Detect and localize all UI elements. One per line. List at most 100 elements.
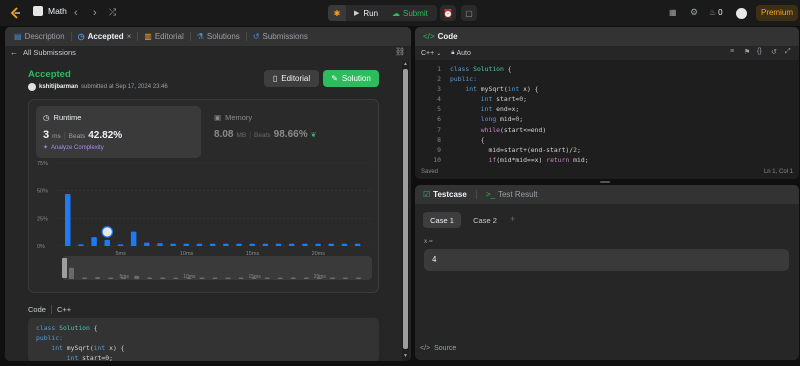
code-token: { [503,65,512,73]
leetcode-logo[interactable] [9,7,21,19]
tab-code[interactable]: </> Code [420,32,461,41]
source-link[interactable]: </> Source [420,345,456,352]
timer-icon[interactable]: ⏰ [440,5,456,21]
navigator-bar [303,277,309,279]
document-icon: ▤ [14,32,22,41]
premium-button[interactable]: Premium [756,5,798,21]
analyze-complexity-link[interactable]: ✦ Analyze Complexity [43,144,104,152]
tab-description-label: Description [24,32,65,41]
code-body[interactable]: class Solution {public: int mySqrt(int x… [441,64,799,164]
notes-icon[interactable]: ▢ [461,5,477,21]
tab-description[interactable]: ▤ Description [11,32,68,41]
variable-input[interactable]: 4 [424,249,789,271]
list-icon [33,6,43,16]
username[interactable]: kshitijbarman [39,84,78,90]
tab-accepted[interactable]: ◷ Accepted × [75,32,135,41]
arrow-left-icon: ← [10,48,18,57]
save-status: Saved [421,169,439,175]
navigator-bar [147,277,153,279]
editorial-button[interactable]: ▯ Editorial [264,70,319,87]
code-token: mid; [569,155,589,164]
solution-button[interactable]: ✎ Solution [323,70,379,87]
memory-card[interactable]: ▣ Memory 8.08 MB | Beats 98.66% ❦ [207,106,372,158]
avatar[interactable] [736,8,747,19]
code-token: Solution [473,65,504,73]
tab-test-result-label: Test Result [497,190,538,199]
submitter-line: kshitijbarman submitted at Sep 17, 2024 … [28,83,168,91]
back-to-submissions[interactable]: ← All Submissions [10,48,76,57]
navigator-bar [95,277,101,279]
runtime-distribution-chart: 75%50%25%0%5ms 10ms 15ms 20ms5ms 10ms 15ms 20m… [37,161,372,280]
line-number: 9 [437,145,441,154]
fullscreen-icon[interactable]: ⤢ [785,48,791,56]
add-case-icon[interactable]: + [510,214,515,224]
chart-bar [117,244,124,246]
y-tick-label: 75% [37,161,48,167]
tab-code-label: Code [437,32,458,41]
variable-label: x = [424,238,433,245]
mode-value: Auto [456,49,471,57]
case-1-button[interactable]: Case 1 [423,212,461,228]
run-button[interactable]: ▶ Run [346,9,390,18]
case-2-button[interactable]: Case 2 [466,212,504,228]
bookmark-icon[interactable]: ⚑ [744,48,750,56]
code-token: int [465,85,477,94]
variable-value: 4 [432,255,437,264]
left-scrollbar[interactable]: ▲ ▼ [402,61,409,361]
runtime-card[interactable]: ◷ Runtime 3 ms | Beats 42.82% ✦ Analyze … [36,106,201,158]
runtime-unit: ms [52,133,61,140]
prev-problem-icon[interactable]: ‹ [74,7,78,19]
code-line: int start=0; [36,353,371,361]
streak-counter[interactable]: ♨ 0 [709,8,723,17]
mode-select[interactable]: 🔒︎ Auto [451,50,471,57]
code-editor[interactable]: 1 2 3 4 5 6 7 8 9 10 class Solution {public: int m… [415,64,799,164]
code-token: while [480,125,501,134]
runtime-beats: 42.82% [88,130,123,141]
navigator-bar [199,277,205,279]
divider [50,305,52,314]
code-line: public: [450,74,799,84]
tab-testcase[interactable]: ☑ Testcase [420,190,470,199]
scroll-thumb[interactable] [403,69,408,349]
close-tab-icon[interactable]: × [127,32,132,41]
tab-submissions[interactable]: ↺ Submissions [250,32,311,41]
code-editor-panel: </> Code C++ ⌄ 🔒︎ Auto ≡ ⚑ {} ↺ ⤢ 1 23456… [415,27,799,179]
scroll-down-icon[interactable]: ▼ [403,353,408,359]
reset-icon[interactable]: ↺ [771,48,777,56]
settings-icon[interactable]: ⚙ [690,7,698,18]
code-line: while(start<=end) [450,125,799,135]
code-token: int [480,105,493,114]
shuffle-icon[interactable]: ⤮ [109,7,116,18]
timer-icon: ◷ [43,113,50,122]
code-token: start= [492,95,520,104]
line-number: 6 [437,115,441,124]
link-icon[interactable]: ⛓ [395,47,405,56]
panel-resize-handle[interactable] [600,181,610,183]
tab-solutions[interactable]: ⚗ Solutions [194,32,243,41]
problem-list-button[interactable]: Math [33,6,67,16]
submit-button[interactable]: ☁ Submit [390,9,428,18]
testcase-panel: ☑ Testcase >_ Test Result Case 1 Case 2 … [415,185,799,360]
chart-bar [65,193,71,246]
next-problem-icon[interactable]: › [93,7,97,19]
scroll-up-icon[interactable]: ▲ [403,61,408,67]
memory-chip-icon: ▣ [214,113,222,122]
braces-icon[interactable]: {} [757,48,762,55]
code-section-label: Code [28,305,46,314]
format-icon[interactable]: ≡ [730,48,734,55]
divider: | [63,133,66,140]
tab-test-result[interactable]: >_ Test Result [483,190,541,199]
code-line: int end=x; [450,104,799,114]
tab-editorial[interactable]: ▥ Editorial [141,32,186,41]
code-token: mid= [496,115,516,124]
navigator-bar [82,277,88,279]
navigator-bar [238,277,244,279]
debug-icon[interactable]: ✱ [328,5,346,21]
code-brackets-icon: </> [423,32,435,41]
language-select[interactable]: C++ ⌄ [421,50,441,57]
layout-icon[interactable]: ▦ [669,8,677,17]
code-line: class Solution { [36,323,371,333]
memory-heading: ▣ Memory [214,113,252,122]
